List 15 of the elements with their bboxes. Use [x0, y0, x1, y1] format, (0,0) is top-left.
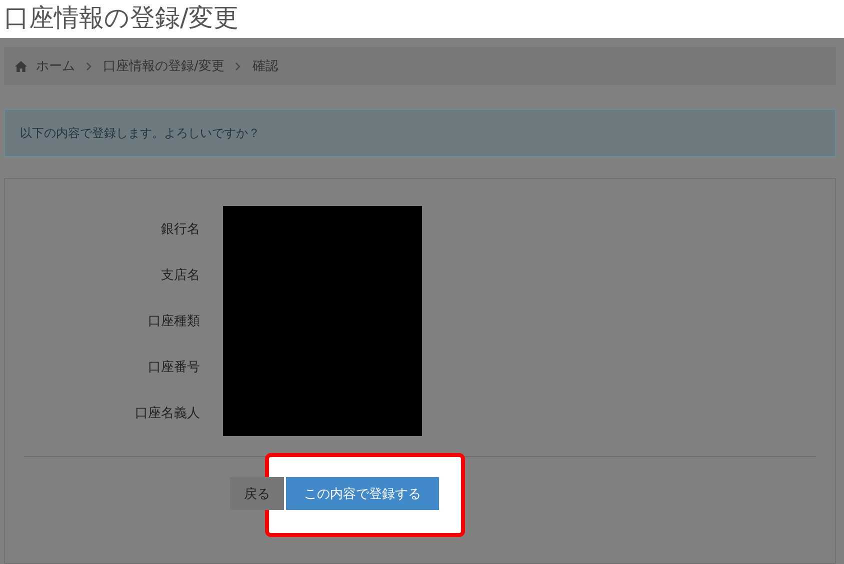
register-button[interactable]: この内容で登録する — [286, 477, 439, 510]
field-label: 口座種類 — [147, 313, 200, 330]
chevron-icon — [235, 62, 242, 70]
breadcrumb-link[interactable]: 口座情報の登録/変更 — [103, 57, 224, 75]
breadcrumb-link[interactable]: ホーム — [36, 57, 75, 75]
back-button[interactable]: 戻る — [230, 477, 284, 510]
field-label: 銀行名 — [160, 221, 200, 238]
chevron-icon — [86, 62, 92, 70]
breadcrumb-current: 確認 — [252, 58, 278, 75]
page-title: 口座情報の登録/変更 — [3, 2, 240, 34]
home-icon — [15, 60, 27, 72]
field-label: 口座番号 — [147, 359, 200, 376]
confirm-message: 以下の内容で登録します。よろしいですか？ — [4, 109, 836, 157]
field-label: 支店名 — [160, 267, 200, 284]
field-label: 口座名義人 — [134, 405, 200, 422]
